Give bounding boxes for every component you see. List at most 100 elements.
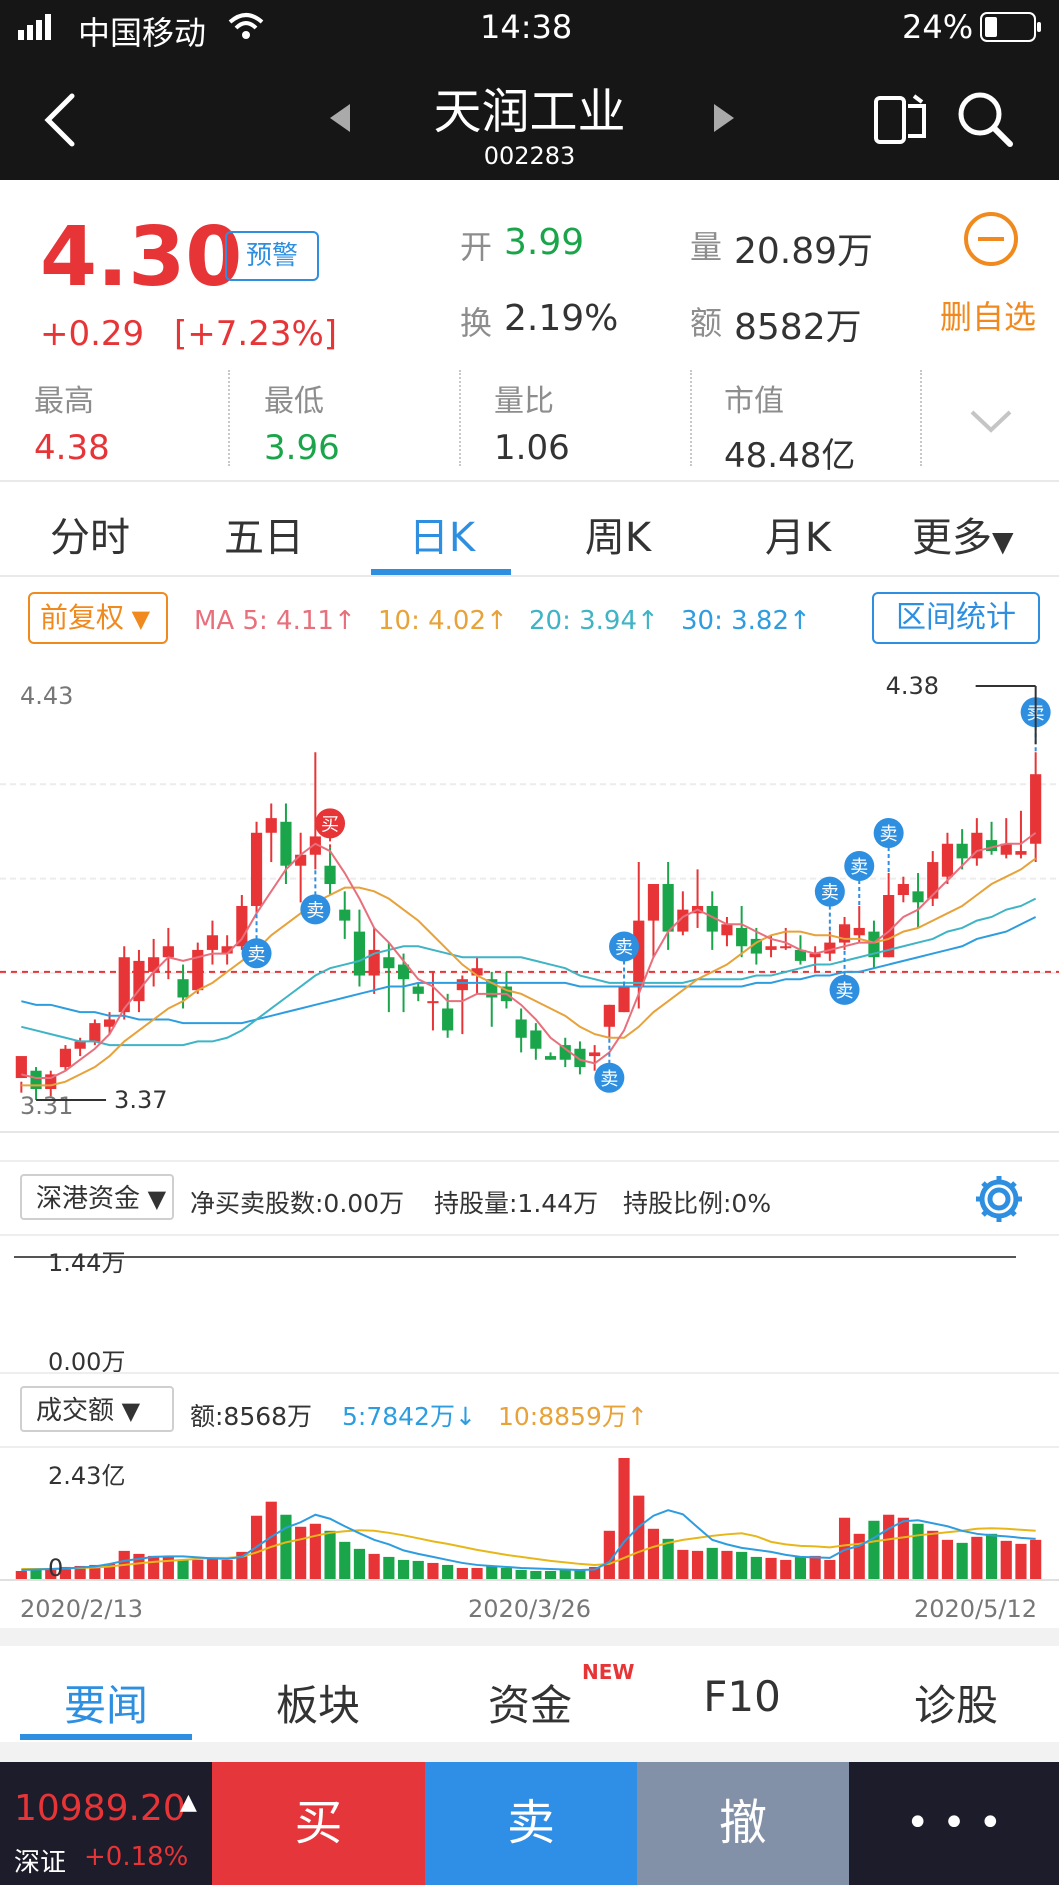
current-price: 4.30 xyxy=(40,210,243,305)
index-ticker[interactable]: 10989.20 ▲ 深证 +0.18% xyxy=(0,1762,212,1885)
section-gap xyxy=(0,1742,1059,1762)
sell-button[interactable]: 卖 xyxy=(425,1762,637,1885)
candle xyxy=(295,854,307,866)
index-name: 深证 xyxy=(14,1848,67,1878)
tab-diagnosis[interactable]: 诊股 xyxy=(866,1672,1046,1733)
candle xyxy=(89,1023,101,1042)
candle xyxy=(324,865,336,885)
amount-bar xyxy=(500,1567,513,1580)
amount-bar xyxy=(15,1570,27,1580)
amount-bar xyxy=(824,1559,836,1580)
candle xyxy=(721,924,733,936)
stat-low-value: 3.96 xyxy=(264,428,340,468)
amount-bar xyxy=(309,1523,321,1580)
amount-bar xyxy=(662,1538,674,1580)
stat-high-label: 最高 xyxy=(34,384,94,419)
ma30-value: 30: 3.82↑ xyxy=(681,606,811,636)
amount-bar xyxy=(148,1555,160,1580)
stat-divider xyxy=(459,370,461,466)
tab-more[interactable]: 更多▼ xyxy=(912,505,1014,563)
amount-bar xyxy=(927,1530,939,1580)
candle xyxy=(927,862,939,899)
amount-bar xyxy=(853,1533,865,1580)
candle xyxy=(780,946,792,949)
min-price-label: 3.37 xyxy=(114,1086,167,1114)
tab-f10[interactable]: F10 xyxy=(652,1672,832,1721)
hk-holding: 持股量:1.44万 xyxy=(434,1189,599,1218)
candle xyxy=(912,891,924,903)
amount-bar xyxy=(456,1567,468,1580)
cancel-order-button[interactable]: 撤 xyxy=(637,1762,849,1885)
tab-five-day[interactable]: 五日 xyxy=(194,505,334,563)
candle xyxy=(162,946,174,958)
amount-bar xyxy=(956,1542,968,1580)
remove-watchlist-icon[interactable] xyxy=(962,210,1020,268)
amount-bar xyxy=(177,1559,189,1580)
tab-daily-k[interactable]: 日K xyxy=(372,505,512,563)
amount-selector-label: 成交额 xyxy=(36,1396,115,1426)
index-value: 10989.20 xyxy=(14,1788,186,1829)
stat-low-label: 最低 xyxy=(264,384,324,419)
signal-label: 卖 xyxy=(600,1069,618,1090)
tab-monthly-k[interactable]: 月K xyxy=(728,505,868,563)
tab-weekly-k[interactable]: 周K xyxy=(548,505,688,563)
price-change-pct: [+7.23%] xyxy=(174,314,338,354)
turnover-label: 换 xyxy=(460,304,493,342)
tab-intraday[interactable]: 分时 xyxy=(20,505,160,563)
turnover-value: 2.19% xyxy=(504,298,619,339)
battery-percent: 24% xyxy=(902,8,974,46)
stock-code: 002283 xyxy=(483,142,576,170)
amount-bar xyxy=(353,1548,366,1580)
stat-cap-value: 48.48亿 xyxy=(724,436,856,476)
amount-bar xyxy=(383,1556,395,1580)
candle xyxy=(662,884,674,932)
next-stock-icon[interactable] xyxy=(712,102,736,134)
amount-bar xyxy=(486,1565,498,1580)
amount-bar xyxy=(765,1557,777,1580)
adjust-selector[interactable]: 前复权 ▼ xyxy=(28,592,168,644)
tab-more-label: 更多 xyxy=(912,515,992,561)
remove-watchlist-button[interactable]: 删自选 xyxy=(940,292,1036,338)
candle xyxy=(177,979,189,998)
range-stats-button[interactable]: 区间统计 xyxy=(872,592,1040,644)
amount-bar xyxy=(780,1559,792,1580)
kline-chart[interactable]: 卖买卖 卖卖卖卖卖卖卖4.433.31 3.374.38 xyxy=(0,660,1059,1140)
amount-bar xyxy=(471,1567,483,1580)
buy-button[interactable]: 买 xyxy=(212,1762,425,1885)
settings-gear-icon[interactable] xyxy=(972,1172,1026,1226)
candle xyxy=(897,884,909,895)
battery-icon xyxy=(980,12,1041,42)
wifi-icon xyxy=(228,13,264,39)
stat-high-value: 4.38 xyxy=(34,428,110,468)
signal-label: 卖 xyxy=(836,981,854,1002)
candle xyxy=(853,927,865,936)
amount-bar xyxy=(971,1536,983,1580)
carrier-name: 中国移动 xyxy=(78,14,207,52)
hk-top-label: 1.44万 xyxy=(48,1249,126,1277)
search-icon[interactable] xyxy=(956,90,1014,148)
amount-bar xyxy=(691,1550,704,1580)
amount-bar xyxy=(339,1541,351,1580)
amount-chart[interactable] xyxy=(0,1448,1059,1588)
amount-bar xyxy=(618,1458,630,1580)
divider xyxy=(0,575,1059,577)
amount-bar xyxy=(677,1549,689,1580)
tab-news[interactable]: 要闻 xyxy=(16,1672,196,1733)
amount-bar xyxy=(192,1559,204,1580)
more-button[interactable]: • • • xyxy=(849,1762,1059,1885)
landscape-icon[interactable] xyxy=(872,92,928,146)
amount-selector[interactable]: 成交额 ▼ xyxy=(20,1386,174,1432)
candle xyxy=(530,1030,542,1049)
amount-bar xyxy=(912,1523,924,1580)
hk-capital-selector[interactable]: 深港资金 ▼ xyxy=(20,1174,174,1220)
stat-ratio-value: 1.06 xyxy=(494,428,570,468)
date-end: 2020/5/12 xyxy=(914,1595,1038,1623)
amount-bar xyxy=(633,1495,645,1580)
alert-button[interactable]: 预警 xyxy=(225,231,319,281)
expand-chevron-icon[interactable] xyxy=(968,406,1014,436)
amount-value: 8582万 xyxy=(734,307,862,348)
tab-sector[interactable]: 板块 xyxy=(228,1672,408,1733)
amount-label: 额 xyxy=(690,304,723,342)
candle xyxy=(74,1041,86,1049)
amount-bar xyxy=(559,1569,571,1580)
